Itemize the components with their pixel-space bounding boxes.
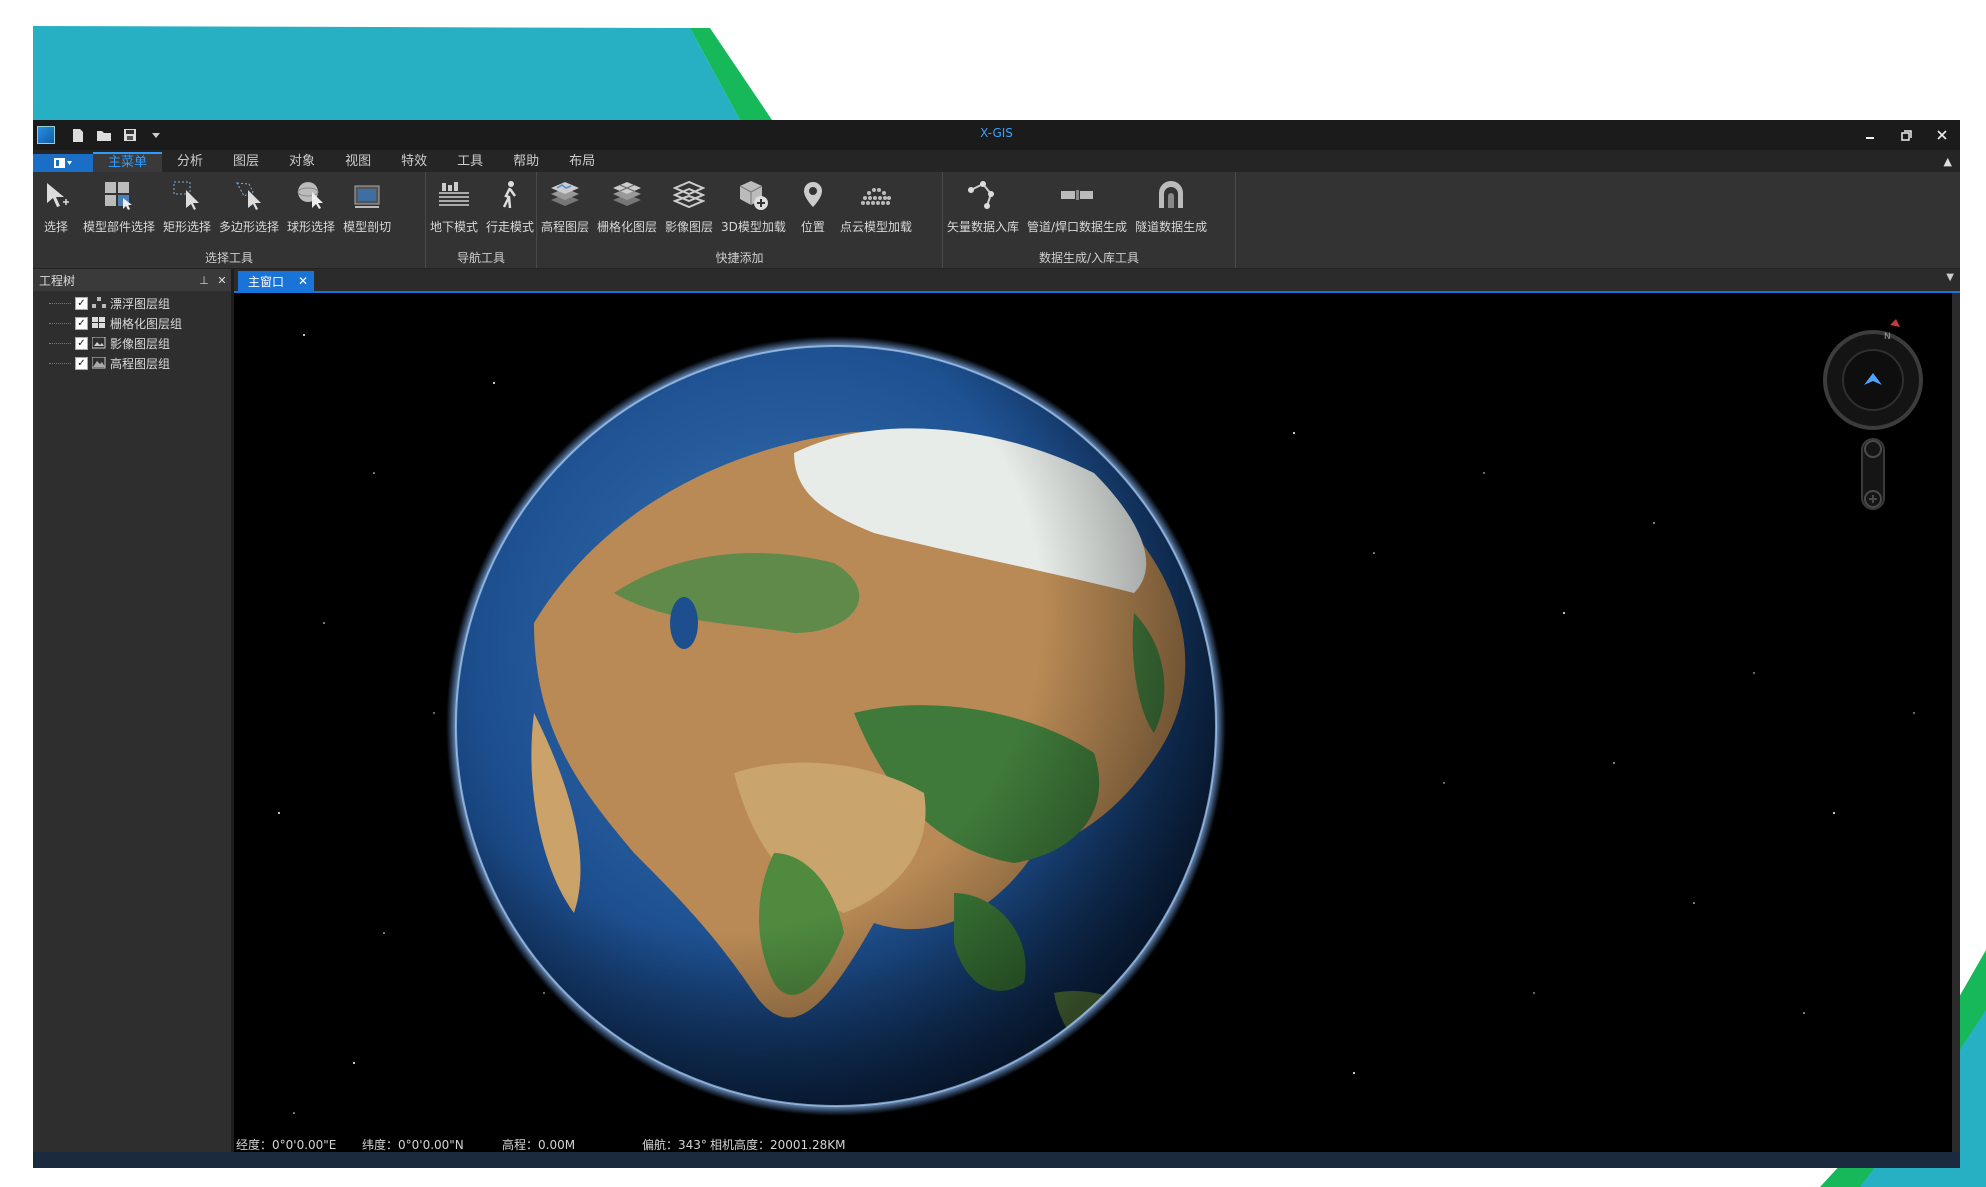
location-pin-icon (794, 176, 832, 214)
close-window-button[interactable] (1924, 120, 1960, 150)
tree-item-floating-layers[interactable]: ✓ 漂浮图层组 (33, 293, 231, 313)
point-cloud-icon (857, 176, 895, 214)
cursor-icon (37, 176, 75, 214)
checkbox[interactable]: ✓ (75, 336, 88, 350)
globe-scene[interactable]: N (234, 293, 1952, 1152)
status-elevation: 高程：0.00M (502, 1138, 576, 1152)
load-3d-model-button[interactable]: 3D模型加载 (717, 176, 790, 235)
status-camera-height: 相机高度：20001.28KM (710, 1138, 846, 1152)
image-layer-button[interactable]: 影像图层 (661, 176, 717, 235)
ribbon: 选择 模型部件选择 矩形选择 多边形选择 球形选择 模型剖切 选择工具 地下模式… (33, 172, 1960, 269)
tunnel-generate-button[interactable]: 隧道数据生成 (1131, 176, 1211, 235)
tab-main-menu[interactable]: 主菜单 (93, 152, 163, 172)
ribbon-tabs: 主菜单 分析 图层 对象 视图 特效 工具 帮助 布局 ▲ (33, 150, 1960, 172)
status-longitude: 经度：0°0'0.00"E (236, 1138, 337, 1152)
pipe-weld-generate-button[interactable]: 管道/焊口数据生成 (1023, 176, 1131, 235)
pipe-icon (1058, 176, 1096, 214)
document-tabs: 主窗口 ✕ ▼ (234, 269, 1960, 293)
taskbar (33, 1152, 1960, 1168)
window-controls (1852, 120, 1960, 150)
model-part-select-icon (100, 176, 138, 214)
polygon-select-button[interactable]: 多边形选择 (215, 176, 283, 235)
group-quick-add: 高程图层 栅格化图层 影像图层 3D模型加载 位置 点云模型加载 快捷添加 (537, 172, 943, 268)
checkbox[interactable]: ✓ (75, 296, 88, 310)
location-button[interactable]: 位置 (790, 176, 836, 235)
status-heading: 偏航：343° (642, 1138, 707, 1152)
tree-item-raster-layers[interactable]: ✓ 栅格化图层组 (33, 313, 231, 333)
status-bar: 经度：0°0'0.00"E 纬度：0°0'0.00"N 高程：0.00M 偏航：… (234, 1134, 1952, 1152)
model-clip-button[interactable]: 模型剖切 (339, 176, 395, 235)
tab-layout[interactable]: 布局 (554, 152, 610, 172)
raster-layer-group-icon (92, 317, 105, 328)
sphere-select-icon (292, 176, 330, 214)
app-window: X-GIS 主菜单 分析 图层 对象 视图 特效 工具 帮助 布局 ▲ 选择 模… (33, 120, 1960, 1168)
tab-layer[interactable]: 图层 (218, 152, 274, 172)
tree-item-image-layers[interactable]: ✓ 影像图层组 (33, 333, 231, 353)
title-bar: X-GIS (33, 120, 1960, 150)
group-label-data-generation: 数据生成/入库工具 (1038, 251, 1140, 265)
project-tree: ✓ 漂浮图层组 ✓ 栅格化图层组 ✓ 影像图层组 ✓ 高程图层组 (33, 291, 231, 373)
panel-header: 工程树 ⊥ ✕ (33, 269, 231, 291)
group-label-selection-tools: 选择工具 (204, 251, 253, 265)
walking-person-icon (491, 176, 529, 214)
floating-layer-icon (92, 297, 106, 308)
close-tab-icon[interactable]: ✕ (298, 274, 308, 288)
model-part-select-button[interactable]: 模型部件选择 (79, 176, 159, 235)
tab-help[interactable]: 帮助 (498, 152, 554, 172)
compass-north-label: N (1884, 332, 1891, 342)
checkbox[interactable]: ✓ (75, 316, 88, 330)
image-layer-group-icon (92, 337, 106, 349)
underground-icon (435, 176, 473, 214)
vector-import-button[interactable]: 矢量数据入库 (943, 176, 1023, 235)
window-title: X-GIS (980, 126, 1013, 140)
close-panel-icon[interactable]: ✕ (213, 274, 231, 287)
model-clip-icon (348, 176, 386, 214)
pin-icon[interactable]: ⊥ (195, 274, 213, 287)
collapse-ribbon-icon[interactable]: ▲ (1944, 152, 1952, 172)
rectangle-select-icon (168, 176, 206, 214)
group-navigation-tools: 地下模式 行走模式 导航工具 (426, 172, 537, 268)
sphere-select-button[interactable]: 球形选择 (283, 176, 339, 235)
north-marker-icon (1890, 319, 1900, 327)
tab-object[interactable]: 对象 (274, 152, 330, 172)
group-label-navigation-tools: 导航工具 (456, 251, 505, 265)
restore-button[interactable] (1888, 120, 1924, 150)
tab-main-window[interactable]: 主窗口 ✕ (238, 271, 315, 291)
walk-mode-button[interactable]: 行走模式 (482, 176, 538, 235)
vector-path-icon (964, 176, 1002, 214)
globe-viewport[interactable]: N (234, 293, 1952, 1152)
group-label-quick-add: 快捷添加 (715, 251, 764, 265)
status-latitude: 纬度：0°0'0.00"N (362, 1138, 464, 1152)
checkbox[interactable]: ✓ (75, 356, 88, 370)
group-selection-tools: 选择 模型部件选择 矩形选择 多边形选择 球形选择 模型剖切 选择工具 (33, 172, 426, 268)
minimize-button[interactable] (1852, 120, 1888, 150)
underground-mode-button[interactable]: 地下模式 (426, 176, 482, 235)
zoom-control[interactable] (1861, 438, 1885, 510)
raster-layer-button[interactable]: 栅格化图层 (593, 176, 661, 235)
elevation-layer-icon (546, 176, 584, 214)
polygon-select-icon (230, 176, 268, 214)
compass-widget[interactable]: N (1823, 319, 1923, 430)
panel-title: 工程树 (39, 273, 76, 288)
raster-layer-icon (608, 176, 646, 214)
cube-add-icon (734, 176, 772, 214)
group-data-generation: 矢量数据入库 管道/焊口数据生成 隧道数据生成 数据生成/入库工具 (943, 172, 1236, 268)
rectangle-select-button[interactable]: 矩形选择 (159, 176, 215, 235)
tree-item-elevation-layers[interactable]: ✓ 高程图层组 (33, 353, 231, 373)
elevation-layer-button[interactable]: 高程图层 (537, 176, 593, 235)
file-menu-button[interactable] (33, 154, 93, 172)
tab-analysis[interactable]: 分析 (162, 152, 218, 172)
project-tree-panel: 工程树 ⊥ ✕ ✓ 漂浮图层组 ✓ 栅格化图层组 ✓ 影像图层组 ✓ 高程图层组 (33, 269, 234, 1152)
tab-view[interactable]: 视图 (330, 152, 386, 172)
select-button[interactable]: 选择 (33, 176, 79, 235)
tab-tools[interactable]: 工具 (442, 152, 498, 172)
elevation-layer-group-icon (92, 357, 106, 369)
tabs-dropdown-icon[interactable]: ▼ (1946, 272, 1954, 283)
earth-globe[interactable] (446, 336, 1226, 1116)
tab-effects[interactable]: 特效 (386, 152, 442, 172)
image-layer-icon (670, 176, 708, 214)
tunnel-icon (1152, 176, 1190, 214)
load-point-cloud-button[interactable]: 点云模型加载 (836, 176, 916, 235)
